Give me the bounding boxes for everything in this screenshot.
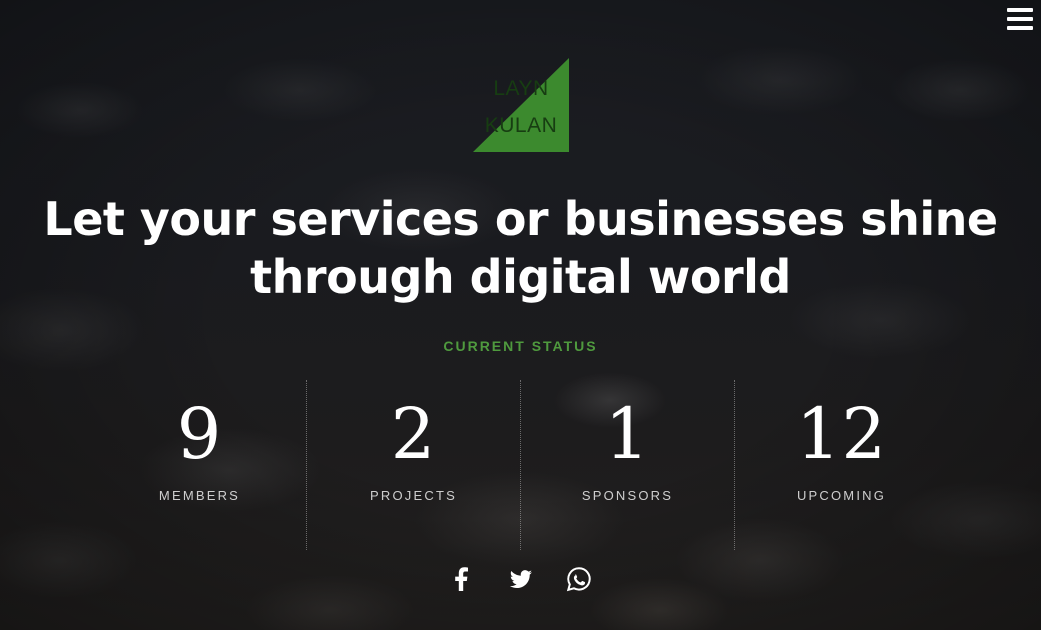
stat-projects: 2 PROJECTS (306, 380, 520, 550)
hero-headline-line2: through digital world (250, 250, 791, 304)
status-stats: 9 MEMBERS 2 PROJECTS 1 SPONSORS 12 UPCOM… (93, 380, 948, 550)
logo-triangle-icon (473, 58, 569, 152)
whatsapp-icon[interactable] (565, 565, 593, 593)
stat-upcoming: 12 UPCOMING (734, 380, 948, 550)
stat-sponsors-number: 1 (604, 393, 651, 475)
hero-headline: Let your services or businesses shine th… (0, 190, 1041, 306)
stat-upcoming-label: UPCOMING (796, 488, 887, 503)
logo[interactable]: LAYN KULAN (473, 58, 569, 152)
hero-headline-line1: Let your services or businesses shine (43, 192, 998, 246)
logo-text-line2: KULAN (484, 114, 558, 137)
stat-members-label: MEMBERS (158, 488, 241, 503)
current-status-title: CURRENT STATUS (443, 338, 598, 354)
hamburger-menu-icon[interactable] (1007, 8, 1033, 32)
stat-sponsors: 1 SPONSORS (520, 380, 734, 550)
social-links (0, 565, 1041, 593)
facebook-icon[interactable] (449, 565, 477, 593)
stat-sponsors-label: SPONSORS (581, 488, 674, 503)
stat-projects-number: 2 (390, 393, 437, 475)
twitter-icon[interactable] (507, 565, 535, 593)
stat-upcoming-number: 12 (795, 393, 888, 475)
hero-section: LAYN KULAN Let your services or business… (0, 0, 1041, 630)
logo-text-line1: LAYN (493, 77, 549, 100)
stat-members-number: 9 (176, 393, 223, 475)
stat-members: 9 MEMBERS (93, 380, 306, 550)
stat-projects-label: PROJECTS (370, 488, 457, 503)
